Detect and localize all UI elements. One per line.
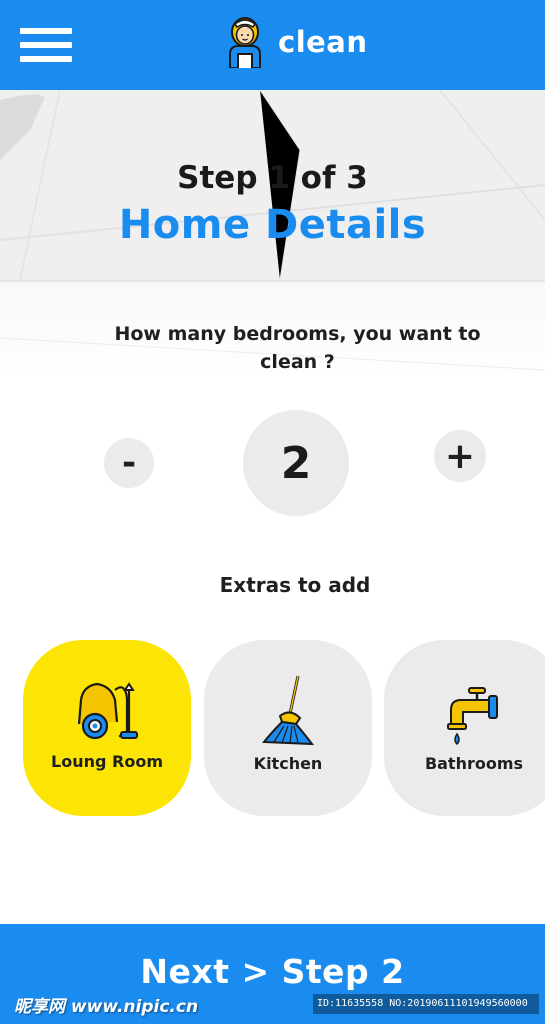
increase-button[interactable]: + (434, 430, 486, 482)
hamburger-line (20, 42, 72, 48)
step-indicator: Step 1 of 3 (177, 160, 368, 196)
extra-option-bathrooms[interactable]: Bathrooms (384, 640, 545, 816)
watermark-site: 昵享网 www.nipic.cn (14, 997, 199, 1017)
page-title: Home Details (118, 202, 427, 248)
broom-icon (261, 675, 315, 746)
cleaning-maid-icon (229, 17, 261, 68)
extras-heading: Extras to add (219, 573, 371, 597)
extra-option-loung-room[interactable]: Loung Room (23, 640, 191, 816)
extra-label: Kitchen (253, 754, 323, 773)
menu-button[interactable] (20, 28, 72, 68)
watermark-id: ID:11635558 NO:20190611101949560000 (313, 994, 539, 1014)
app-name: clean (278, 25, 368, 59)
bedrooms-question: How many bedrooms, you want to clean ? (114, 323, 481, 373)
extra-label: Bathrooms (424, 754, 524, 773)
extra-option-kitchen[interactable]: Kitchen (204, 640, 372, 816)
hamburger-line (20, 56, 72, 62)
top-bar: clean (0, 0, 545, 90)
vacuum-cleaner-icon (77, 682, 138, 740)
decrease-button[interactable]: - (104, 438, 154, 488)
brand: clean (222, 16, 368, 68)
next-step-label: Next > Step 2 (140, 952, 405, 991)
water-tap-icon (447, 687, 498, 746)
extra-label: Loung Room (51, 752, 163, 771)
hamburger-line (20, 28, 72, 34)
bedroom-count: 2 (243, 410, 349, 516)
divider (0, 280, 545, 282)
